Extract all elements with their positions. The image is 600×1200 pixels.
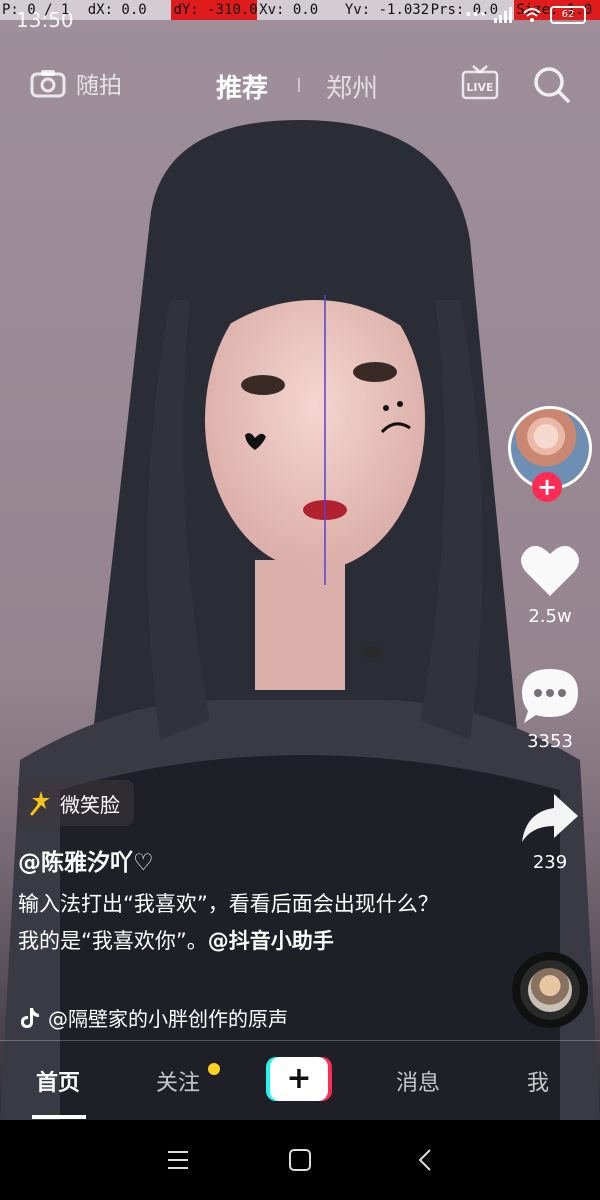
camera-label: 随拍: [76, 73, 122, 99]
active-tab-indicator: [32, 1115, 86, 1119]
post-caption: 输入法打出“我喜欢”，看看后面会出现什么？我的是“我喜欢你”。@抖音小助手: [18, 886, 448, 960]
share-count: 239: [532, 852, 568, 873]
caption-mention[interactable]: @抖音小助手: [208, 929, 334, 953]
notification-dots-icon: •••: [464, 7, 487, 23]
like-button[interactable]: 2.5w: [500, 540, 600, 627]
debug-pointer: P: 0 / 1: [2, 2, 70, 18]
heart-icon: [521, 545, 579, 596]
wifi-icon: [523, 8, 541, 22]
status-icons: ••• 62: [464, 6, 586, 24]
bottom-tab-bar: 首页 关注 + 消息 我: [0, 1040, 600, 1121]
debug-yv: Yv: -1.032: [344, 2, 429, 18]
follow-notification-dot: [208, 1063, 220, 1075]
effect-tag-label: 微笑脸: [60, 792, 120, 817]
music-disc-cover: [528, 968, 572, 1012]
comment-count: 3353: [527, 731, 573, 752]
tiktok-note-icon: [21, 1007, 39, 1028]
live-icon[interactable]: LIVE: [461, 64, 499, 102]
effect-tag[interactable]: 微笑脸: [18, 780, 134, 826]
nav-divider: [298, 78, 300, 92]
share-icon: [522, 794, 578, 842]
debug-xv: Xv: 0.0: [259, 2, 319, 18]
top-nav: 随拍 推荐 郑州 LIVE: [0, 62, 600, 110]
svg-text:LIVE: LIVE: [466, 81, 493, 94]
tab-city[interactable]: 郑州: [326, 68, 378, 105]
music-info[interactable]: @隔壁家的小胖创作的原声: [18, 1003, 288, 1032]
signal-icon: [494, 7, 512, 23]
back-icon[interactable]: [412, 1146, 440, 1174]
tab-recommend[interactable]: 推荐: [216, 68, 268, 105]
camera-button[interactable]: 随拍: [30, 66, 122, 100]
create-button-plus: +: [270, 1057, 328, 1101]
tab-messages[interactable]: 消息: [396, 1065, 440, 1097]
tab-follow[interactable]: 关注: [156, 1065, 200, 1097]
search-icon[interactable]: [531, 64, 571, 104]
debug-dx: dX: 0.0: [87, 2, 147, 18]
create-button[interactable]: +: [266, 1057, 332, 1101]
tab-home[interactable]: 首页: [36, 1065, 80, 1097]
system-nav-bar: [0, 1120, 600, 1200]
comment-button[interactable]: 3353: [500, 665, 600, 752]
like-count: 2.5w: [528, 606, 572, 627]
home-icon[interactable]: [286, 1146, 314, 1174]
menu-icon[interactable]: [164, 1146, 192, 1174]
follow-button[interactable]: +: [532, 472, 562, 502]
camera-icon: [30, 70, 66, 98]
music-disc[interactable]: [512, 952, 588, 1028]
comment-icon: [522, 669, 578, 723]
debug-dy: dY: -310.0: [171, 0, 258, 20]
tab-me[interactable]: 我: [527, 1065, 549, 1097]
magic-wand-icon: [30, 791, 50, 816]
share-button[interactable]: 239: [500, 790, 600, 873]
battery-indicator: 62: [550, 6, 586, 24]
creator-username[interactable]: @陈雅汐吖♡: [18, 843, 154, 877]
music-title: @隔壁家的小胖创作的原声: [48, 1007, 288, 1031]
